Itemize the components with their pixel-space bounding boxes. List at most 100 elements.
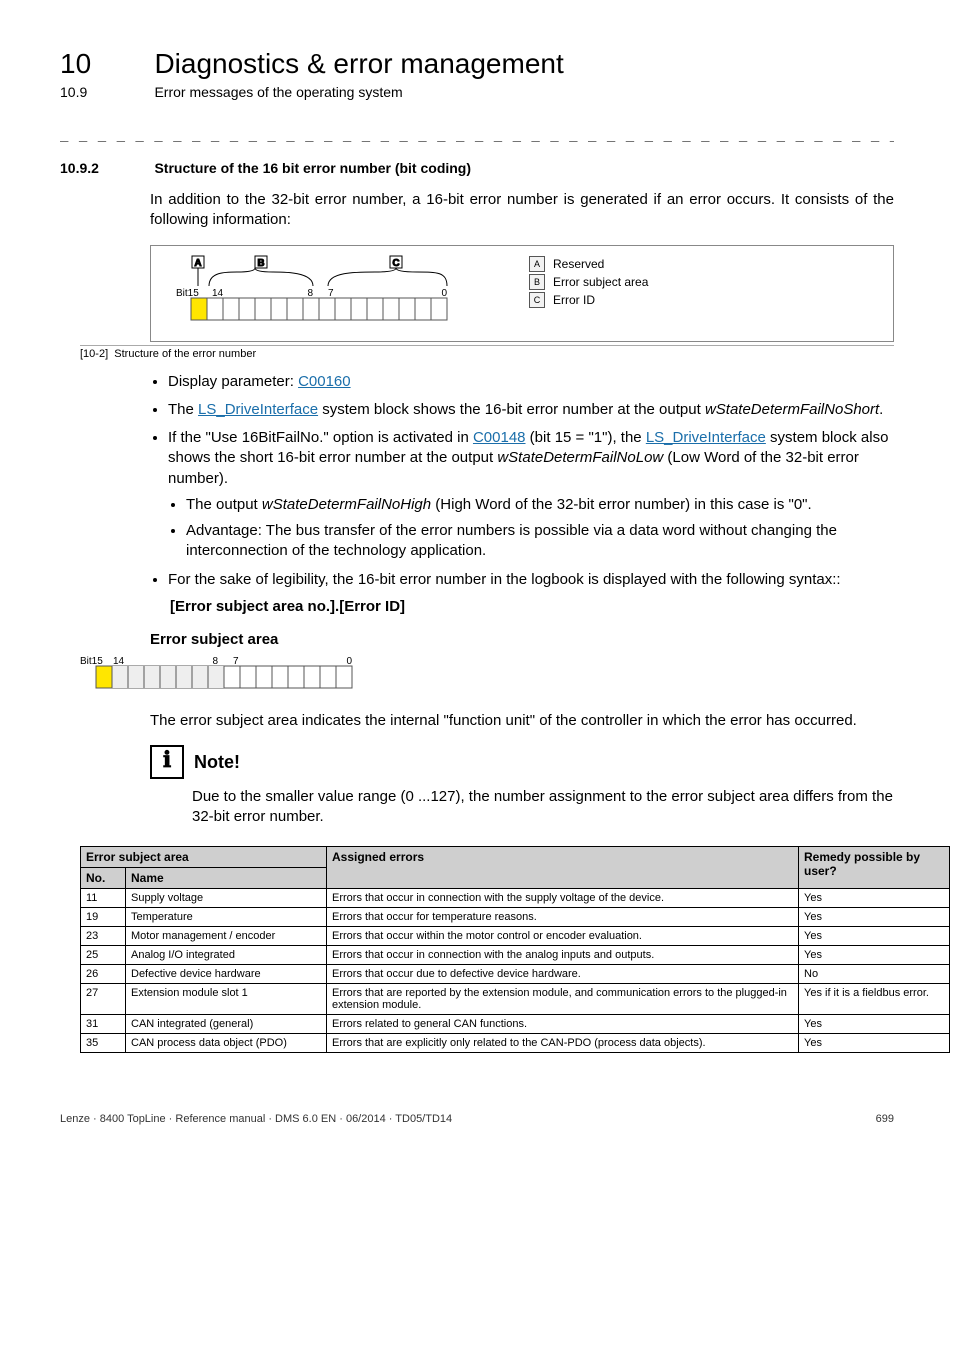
svg-text:8: 8 bbox=[307, 288, 313, 299]
cell-assigned-errors: Errors that occur in connection with the… bbox=[327, 888, 799, 907]
cell-assigned-errors: Errors that occur in connection with the… bbox=[327, 945, 799, 964]
svg-text:14: 14 bbox=[212, 288, 224, 299]
cell-no: 25 bbox=[81, 945, 126, 964]
bullet-driveinterface-short: The LS_DriveInterface system block shows… bbox=[168, 400, 894, 420]
cell-assigned-errors: Errors that occur due to defective devic… bbox=[327, 964, 799, 983]
cell-no: 11 bbox=[81, 888, 126, 907]
figure-caption: [10-2] Structure of the error number bbox=[80, 345, 894, 360]
svg-text:0: 0 bbox=[441, 288, 447, 299]
cell-name: Analog I/O integrated bbox=[126, 945, 327, 964]
bit15-label: Bit15 bbox=[176, 288, 199, 299]
table-row: 31CAN integrated (general)Errors related… bbox=[81, 1014, 950, 1033]
cell-remedy: Yes bbox=[799, 1033, 950, 1052]
svg-text:7: 7 bbox=[233, 656, 239, 667]
table-row: 11Supply voltageErrors that occur in con… bbox=[81, 888, 950, 907]
th-error-subject-area: Error subject area bbox=[81, 846, 327, 867]
table-row: 25Analog I/O integratedErrors that occur… bbox=[81, 945, 950, 964]
svg-text:14: 14 bbox=[113, 656, 125, 667]
table-row: 19TemperatureErrors that occur for tempe… bbox=[81, 907, 950, 926]
link-c00160[interactable]: C00160 bbox=[298, 373, 351, 390]
link-ls-driveinterface-1[interactable]: LS_DriveInterface bbox=[198, 401, 318, 418]
svg-text:A: A bbox=[194, 258, 201, 269]
legend-box-b: B bbox=[529, 274, 545, 290]
legend-text-subject-area: Error subject area bbox=[553, 275, 648, 289]
subsection-title: Structure of the 16 bit error number (bi… bbox=[154, 160, 471, 176]
subsection-number: 10.9.2 bbox=[60, 160, 150, 176]
bullet-16bitfailno: If the "Use 16BitFailNo." option is acti… bbox=[168, 428, 894, 562]
table-row: 27Extension module slot 1Errors that are… bbox=[81, 983, 950, 1014]
svg-text:7: 7 bbox=[328, 288, 334, 299]
svg-text:C: C bbox=[392, 258, 399, 269]
cell-no: 35 bbox=[81, 1033, 126, 1052]
footer-left: Lenze · 8400 TopLine · Reference manual … bbox=[60, 1113, 452, 1125]
cell-assigned-errors: Errors that occur for temperature reason… bbox=[327, 907, 799, 926]
note-title: Note! bbox=[194, 752, 240, 773]
page-footer: Lenze · 8400 TopLine · Reference manual … bbox=[60, 1113, 894, 1125]
esa-bit-diagram: Bit15 14 8 7 0 bbox=[80, 654, 894, 703]
note-body: Due to the smaller value range (0 ...127… bbox=[192, 787, 894, 828]
syntax-format: [Error subject area no.].[Error ID] bbox=[170, 598, 405, 615]
svg-text:Bit15: Bit15 bbox=[80, 656, 103, 667]
cell-assigned-errors: Errors that are explicitly only related … bbox=[327, 1033, 799, 1052]
cell-remedy: Yes bbox=[799, 926, 950, 945]
esa-description: The error subject area indicates the int… bbox=[150, 711, 894, 731]
svg-text:0: 0 bbox=[346, 656, 352, 667]
cell-assigned-errors: Errors that occur within the motor contr… bbox=[327, 926, 799, 945]
th-assigned-errors: Assigned errors bbox=[327, 846, 799, 888]
cell-remedy: Yes bbox=[799, 888, 950, 907]
subsection-header: 10.9.2 Structure of the 16 bit error num… bbox=[60, 160, 894, 178]
figure-error-number-structure: A B C Bit15 14 8 7 bbox=[150, 245, 894, 342]
table-row: 26Defective device hardwareErrors that o… bbox=[81, 964, 950, 983]
bullet-display-parameter: Display parameter: C00160 bbox=[168, 372, 894, 392]
th-name: Name bbox=[126, 867, 327, 888]
cell-no: 26 bbox=[81, 964, 126, 983]
svg-text:B: B bbox=[257, 258, 264, 269]
table-row: 23Motor management / encoderErrors that … bbox=[81, 926, 950, 945]
bullet-high-word-zero: The output wStateDetermFailNoHigh (High … bbox=[186, 495, 894, 515]
bullet-list: Display parameter: C00160 The LS_DriveIn… bbox=[150, 372, 894, 590]
legend-box-a: A bbox=[529, 256, 545, 272]
cell-no: 19 bbox=[81, 907, 126, 926]
chapter-header: 10 Diagnostics & error management 10.9 E… bbox=[60, 48, 894, 102]
bullet-legibility: For the sake of legibility, the 16-bit e… bbox=[168, 570, 894, 590]
intro-paragraph: In addition to the 32-bit error number, … bbox=[150, 190, 894, 231]
bullet-advantage: Advantage: The bus transfer of the error… bbox=[186, 521, 894, 562]
legend-box-c: C bbox=[529, 292, 545, 308]
cell-name: CAN integrated (general) bbox=[126, 1014, 327, 1033]
legend-text-reserved: Reserved bbox=[553, 257, 604, 271]
note-box: ℹ Note! Due to the smaller value range (… bbox=[150, 745, 894, 828]
cell-no: 27 bbox=[81, 983, 126, 1014]
cell-remedy: Yes bbox=[799, 1014, 950, 1033]
th-no: No. bbox=[81, 867, 126, 888]
cell-name: Defective device hardware bbox=[126, 964, 327, 983]
legend-text-error-id: Error ID bbox=[553, 293, 595, 307]
separator-line: _ _ _ _ _ _ _ _ _ _ _ _ _ _ _ _ _ _ _ _ … bbox=[60, 126, 894, 142]
info-icon: ℹ bbox=[150, 745, 184, 779]
cell-remedy: Yes bbox=[799, 945, 950, 964]
section-title: Error messages of the operating system bbox=[154, 84, 402, 100]
cell-remedy: Yes bbox=[799, 907, 950, 926]
link-c00148[interactable]: C00148 bbox=[473, 429, 526, 446]
footer-page-number: 699 bbox=[876, 1113, 894, 1125]
cell-name: Extension module slot 1 bbox=[126, 983, 327, 1014]
link-ls-driveinterface-2[interactable]: LS_DriveInterface bbox=[646, 429, 766, 446]
cell-remedy: No bbox=[799, 964, 950, 983]
cell-no: 23 bbox=[81, 926, 126, 945]
subheading-error-subject-area: Error subject area bbox=[150, 631, 894, 648]
bit-diagram-svg: A B C Bit15 14 8 7 bbox=[165, 256, 475, 326]
cell-name: Supply voltage bbox=[126, 888, 327, 907]
chapter-number: 10 bbox=[60, 48, 150, 80]
cell-no: 31 bbox=[81, 1014, 126, 1033]
table-row: 35CAN process data object (PDO)Errors th… bbox=[81, 1033, 950, 1052]
cell-assigned-errors: Errors related to general CAN functions. bbox=[327, 1014, 799, 1033]
svg-text:8: 8 bbox=[212, 656, 218, 667]
cell-assigned-errors: Errors that are reported by the extensio… bbox=[327, 983, 799, 1014]
cell-name: Temperature bbox=[126, 907, 327, 926]
section-number: 10.9 bbox=[60, 84, 150, 100]
th-remedy: Remedy possible by user? bbox=[799, 846, 950, 888]
cell-name: CAN process data object (PDO) bbox=[126, 1033, 327, 1052]
chapter-title: Diagnostics & error management bbox=[154, 48, 563, 80]
cell-remedy: Yes if it is a fieldbus error. bbox=[799, 983, 950, 1014]
cell-name: Motor management / encoder bbox=[126, 926, 327, 945]
error-subject-area-table: Error subject area Assigned errors Remed… bbox=[80, 846, 950, 1053]
